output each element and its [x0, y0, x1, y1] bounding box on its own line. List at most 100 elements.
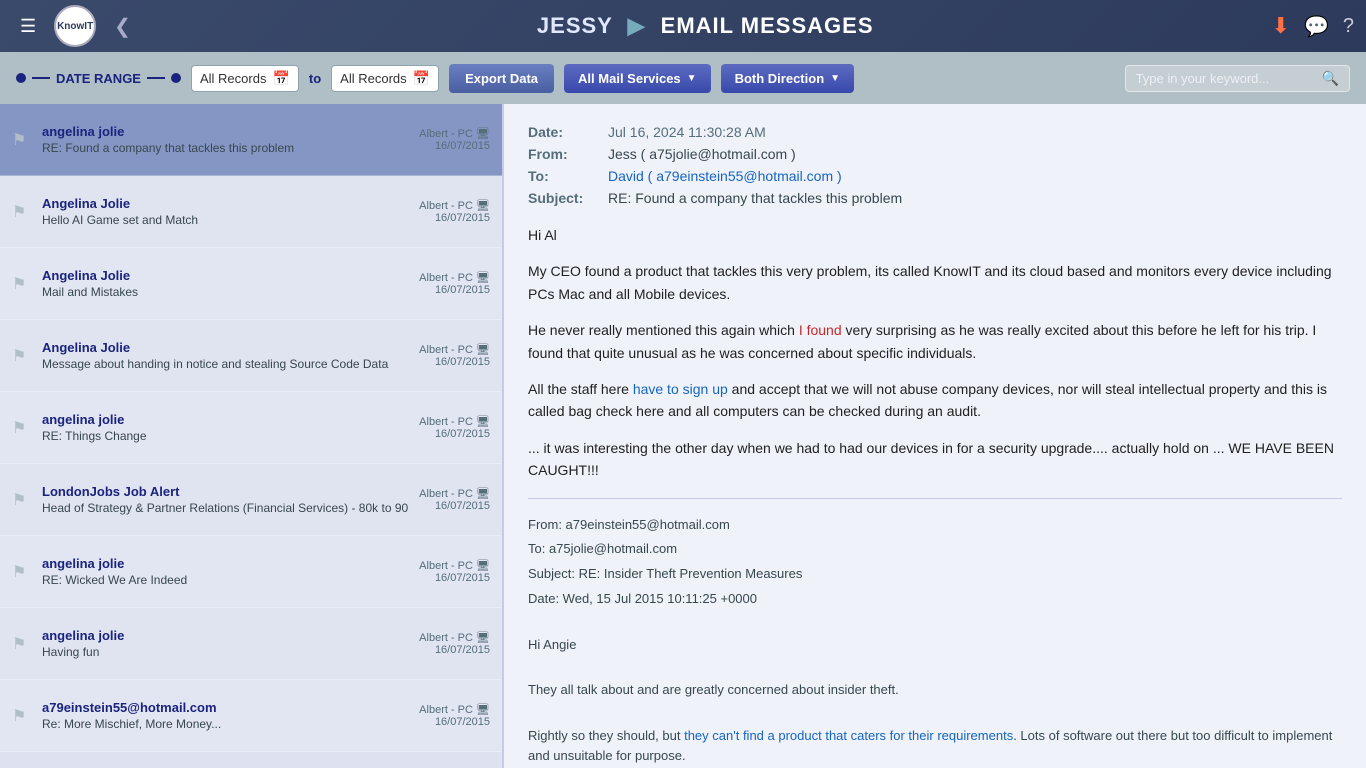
email-right: Albert - PC 🖥 16/07/2015 [419, 271, 490, 296]
email-date: 16/07/2015 [419, 212, 490, 224]
email-meta: LondonJobs Job Alert Head of Strategy & … [42, 484, 409, 515]
email-subject: Message about handing in notice and stea… [42, 357, 409, 371]
email-date: 16/07/2015 [419, 716, 490, 728]
monitor-icon: 🖥 [476, 560, 490, 572]
email-subject: Having fun [42, 645, 409, 659]
date-line [32, 77, 50, 79]
detail-date-row: Date: Jul 16, 2024 11:30:28 AM [528, 124, 1342, 140]
search-input[interactable] [1136, 71, 1316, 86]
from-value: Jess ( a75jolie@hotmail.com ) [608, 146, 796, 162]
chevron-down-icon: ▼ [687, 73, 697, 84]
email-subject: Hello AI Game set and Match [42, 213, 409, 227]
email-meta: a79einstein55@hotmail.com Re: More Misch… [42, 700, 409, 731]
detail-divider [528, 498, 1342, 499]
date-dot-left [16, 73, 26, 83]
mail-services-dropdown[interactable]: All Mail Services ▼ [564, 64, 711, 93]
email-computer: Albert - PC 🖥 [419, 559, 490, 572]
flag-icon: ⚑ [12, 130, 32, 150]
date-value: Jul 16, 2024 11:30:28 AM [608, 124, 766, 140]
email-right: Albert - PC 🖥 16/07/2015 [419, 415, 490, 440]
to-label: to [309, 71, 321, 86]
email-right: Albert - PC 🖥 16/07/2015 [419, 703, 490, 728]
date-from-input[interactable]: All Records 📅 [191, 65, 299, 92]
email-subject: Re: More Mischief, More Money... [42, 717, 409, 731]
email-detail: Date: Jul 16, 2024 11:30:28 AM From: Jes… [502, 104, 1366, 768]
search-icon[interactable]: 🔍 [1322, 70, 1339, 87]
body-p3: All the staff here have to sign up and a… [528, 378, 1342, 423]
date-to-input[interactable]: All Records 📅 [331, 65, 439, 92]
list-item[interactable]: ⚑ angelina jolie RE: Things Change Alber… [0, 392, 502, 464]
list-item[interactable]: ⚑ angelina jolie RE: Found a company tha… [0, 104, 502, 176]
flag-icon: ⚑ [12, 490, 32, 510]
calendar-to-icon: 📅 [413, 70, 430, 87]
flag-icon: ⚑ [12, 562, 32, 582]
monitor-icon: 🖥 [476, 344, 490, 356]
email-computer: Albert - PC 🖥 [419, 415, 490, 428]
email-meta: Angelina Jolie Mail and Mistakes [42, 268, 409, 299]
list-item[interactable]: ⚑ Angelina Jolie Hello AI Game set and M… [0, 176, 502, 248]
app-logo: KnowIT [54, 5, 96, 47]
back-button[interactable]: ❮ [106, 14, 139, 39]
email-sender: Angelina Jolie [42, 196, 409, 211]
email-meta: Angelina Jolie Message about handing in … [42, 340, 409, 371]
detail-body: Hi Al My CEO found a product that tackle… [528, 224, 1342, 482]
top-action-icons: ⬇ 💬 ? [1272, 13, 1354, 39]
email-meta: angelina jolie RE: Found a company that … [42, 124, 409, 155]
flag-icon: ⚑ [12, 706, 32, 726]
list-item[interactable]: ⚑ angelina jolie RE: Wicked We Are Indee… [0, 536, 502, 608]
email-subject: RE: Found a company that tackles this pr… [42, 141, 409, 155]
chat-icon[interactable]: 💬 [1304, 14, 1329, 39]
export-button[interactable]: Export Data [449, 64, 554, 93]
date-label: Date: [528, 124, 608, 140]
list-item[interactable]: ⚑ Angelina Jolie Message about handing i… [0, 320, 502, 392]
download-icon[interactable]: ⬇ [1272, 13, 1290, 39]
direction-dropdown[interactable]: Both Direction ▼ [721, 64, 854, 93]
list-item[interactable]: ⚑ a79einstein55@hotmail.com Re: More Mis… [0, 680, 502, 752]
subject-label: Subject: [528, 190, 608, 206]
top-bar: ☰ KnowIT ❮ JESSY ▶ EMAIL MESSAGES ⬇ 💬 ? [0, 0, 1366, 52]
detail-to-row: To: David ( a79einstein55@hotmail.com ) [528, 168, 1342, 184]
monitor-icon: 🖥 [476, 704, 490, 716]
quoted-from: From: a79einstein55@hotmail.com [528, 515, 1342, 536]
email-date: 16/07/2015 [419, 644, 490, 656]
help-icon[interactable]: ? [1343, 15, 1354, 38]
email-computer: Albert - PC 🖥 [419, 199, 490, 212]
date-range-label: DATE RANGE [16, 71, 181, 86]
search-box[interactable]: 🔍 [1125, 65, 1350, 92]
email-subject: RE: Things Change [42, 429, 409, 443]
email-computer: Albert - PC 🖥 [419, 703, 490, 716]
detail-from-row: From: Jess ( a75jolie@hotmail.com ) [528, 146, 1342, 162]
body-p4: ... it was interesting the other day whe… [528, 437, 1342, 482]
body-greeting: Hi Al [528, 224, 1342, 246]
email-computer: Albert - PC 🖥 [419, 487, 490, 500]
date-line-right [147, 77, 165, 79]
email-sender: angelina jolie [42, 124, 409, 139]
email-right: Albert - PC 🖥 16/07/2015 [419, 559, 490, 584]
flag-icon: ⚑ [12, 418, 32, 438]
email-sender: angelina jolie [42, 628, 409, 643]
list-item[interactable]: ⚑ LondonJobs Job Alert Head of Strategy … [0, 464, 502, 536]
quoted-greeting: Hi Angie [528, 635, 1342, 656]
email-right: Albert - PC 🖥 16/07/2015 [419, 487, 490, 512]
page-title: JESSY ▶ EMAIL MESSAGES [149, 13, 1262, 39]
email-right: Albert - PC 🖥 16/07/2015 [419, 343, 490, 368]
quoted-p2: Rightly so they should, but they can't f… [528, 726, 1342, 768]
quoted-p1: They all talk about and are greatly conc… [528, 680, 1342, 701]
email-subject: Head of Strategy & Partner Relations (Fi… [42, 501, 409, 515]
detail-quoted: From: a79einstein55@hotmail.com To: a75j… [528, 515, 1342, 768]
email-sender: angelina jolie [42, 412, 409, 427]
to-value: David ( a79einstein55@hotmail.com ) [608, 168, 842, 184]
monitor-icon: 🖥 [476, 200, 490, 212]
email-sender: Angelina Jolie [42, 268, 409, 283]
flag-icon: ⚑ [12, 634, 32, 654]
menu-icon[interactable]: ☰ [12, 12, 44, 41]
email-date: 16/07/2015 [419, 356, 490, 368]
monitor-icon: 🖥 [476, 488, 490, 500]
list-item[interactable]: ⚑ Angelina Jolie Mail and Mistakes Alber… [0, 248, 502, 320]
list-item[interactable]: ⚑ angelina jolie Having fun Albert - PC … [0, 608, 502, 680]
flag-icon: ⚑ [12, 202, 32, 222]
email-date: 16/07/2015 [419, 572, 490, 584]
email-subject: Mail and Mistakes [42, 285, 409, 299]
email-right: Albert - PC 🖥 16/07/2015 [419, 127, 490, 152]
body-p1: My CEO found a product that tackles this… [528, 260, 1342, 305]
